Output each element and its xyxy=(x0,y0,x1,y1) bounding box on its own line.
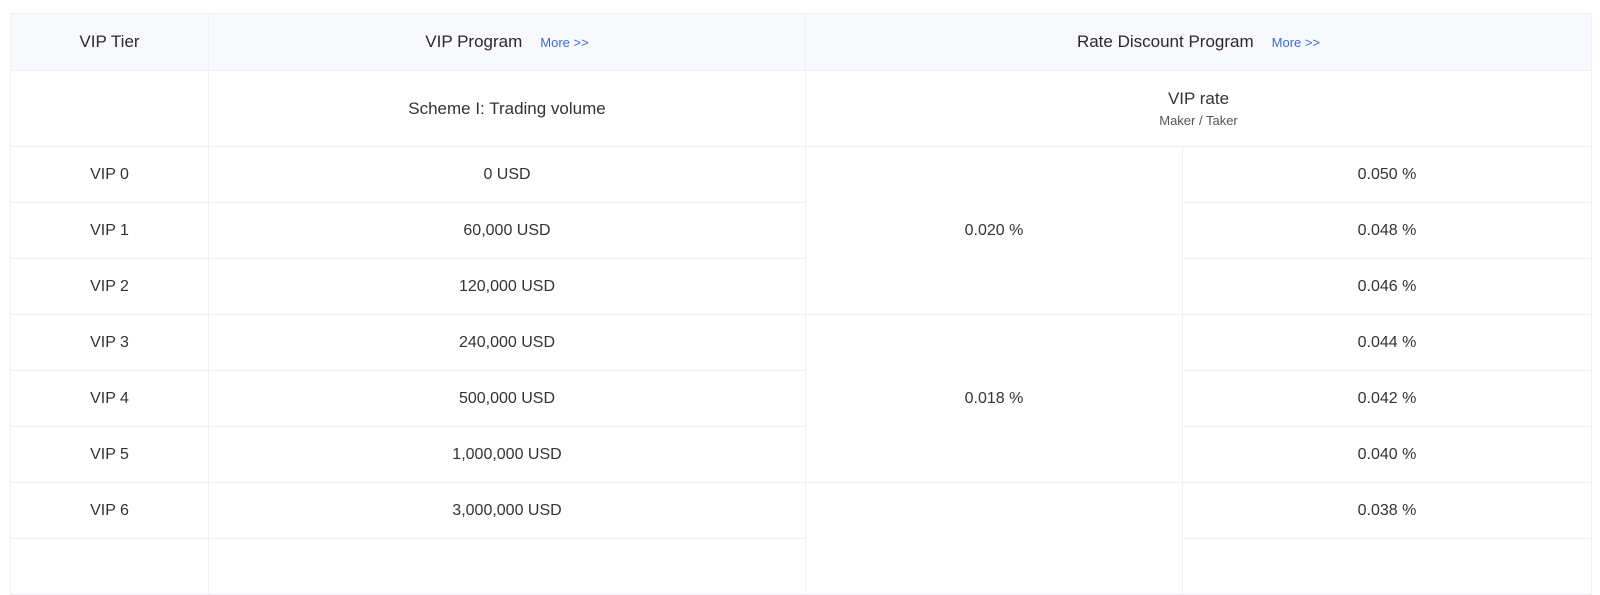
taker-rate-cell xyxy=(1181,538,1593,595)
maker-rate-cell xyxy=(805,482,1183,595)
tier-cell: VIP 5 xyxy=(10,426,209,483)
tier-cell: VIP 6 xyxy=(10,482,209,539)
taker-rate-cell: 0.042 % xyxy=(1181,370,1593,427)
taker-rate-cell: 0.040 % xyxy=(1181,426,1593,483)
table-row: VIP 4 500,000 USD 0.042 % xyxy=(10,370,1593,427)
table-row: VIP 2 120,000 USD 0.046 % xyxy=(10,258,1593,315)
vip-table-container: VIP Tier VIP Program More >> Rate Discoun… xyxy=(10,13,1593,595)
header-vip-program: VIP Program More >> xyxy=(208,13,806,71)
subheader-scheme: Scheme I: Trading volume xyxy=(208,70,806,147)
taker-rate-cell: 0.038 % xyxy=(1181,482,1593,539)
header-rate-discount: Rate Discount Program More >> xyxy=(804,13,1593,71)
scheme-label: Scheme I: Trading volume xyxy=(408,98,606,118)
taker-rate-cell: 0.048 % xyxy=(1181,202,1593,259)
rate-discount-more-link[interactable]: More >> xyxy=(1272,35,1320,50)
taker-rate-cell: 0.046 % xyxy=(1181,258,1593,315)
table-row: VIP 5 1,000,000 USD 0.040 % xyxy=(10,426,1593,483)
table-header-row: VIP Tier VIP Program More >> Rate Discoun… xyxy=(10,13,1593,71)
volume-cell: 500,000 USD xyxy=(208,370,806,427)
table-row: VIP 0 0 USD 0.020 % 0.050 % xyxy=(10,146,1593,315)
volume-cell: 0 USD xyxy=(208,146,806,203)
subheader-vip-rate: VIP rate Maker / Taker xyxy=(804,70,1593,147)
volume-cell: 60,000 USD xyxy=(208,202,806,259)
table-row xyxy=(10,538,1593,595)
vip-program-more-link[interactable]: More >> xyxy=(540,35,588,50)
tier-cell: VIP 3 xyxy=(10,314,209,371)
tier-cell: VIP 2 xyxy=(10,258,209,315)
table-row: VIP 6 3,000,000 USD 0.038 % xyxy=(10,482,1593,595)
maker-rate-cell: 0.020 % xyxy=(805,146,1183,315)
tier-cell: VIP 0 xyxy=(10,146,209,203)
header-vip-tier: VIP Tier xyxy=(10,13,209,71)
table-row: VIP 3 240,000 USD 0.018 % 0.044 % xyxy=(10,314,1593,483)
header-rate-discount-label: Rate Discount Program xyxy=(1076,32,1254,51)
vip-rate-title: VIP rate xyxy=(1167,89,1230,108)
table-subheader-row: Scheme I: Trading volume VIP rate Maker … xyxy=(10,70,1593,147)
tier-cell: VIP 1 xyxy=(10,202,209,259)
subheader-empty-cell xyxy=(10,70,209,147)
maker-rate-cell: 0.018 % xyxy=(805,314,1183,483)
vip-fee-table: VIP Tier VIP Program More >> Rate Discoun… xyxy=(10,13,1593,595)
vip-rate-note: Maker / Taker xyxy=(1159,113,1238,128)
taker-rate-cell: 0.044 % xyxy=(1181,314,1593,371)
volume-cell: 240,000 USD xyxy=(208,314,806,371)
taker-rate-cell: 0.050 % xyxy=(1181,146,1593,203)
volume-cell: 1,000,000 USD xyxy=(208,426,806,483)
volume-cell: 120,000 USD xyxy=(208,258,806,315)
tier-cell xyxy=(10,538,209,595)
volume-cell xyxy=(208,538,806,595)
header-vip-tier-label: VIP Tier xyxy=(79,32,140,51)
header-vip-program-label: VIP Program xyxy=(425,32,523,51)
table-row: VIP 1 60,000 USD 0.048 % xyxy=(10,202,1593,259)
tier-cell: VIP 4 xyxy=(10,370,209,427)
volume-cell: 3,000,000 USD xyxy=(208,482,806,539)
